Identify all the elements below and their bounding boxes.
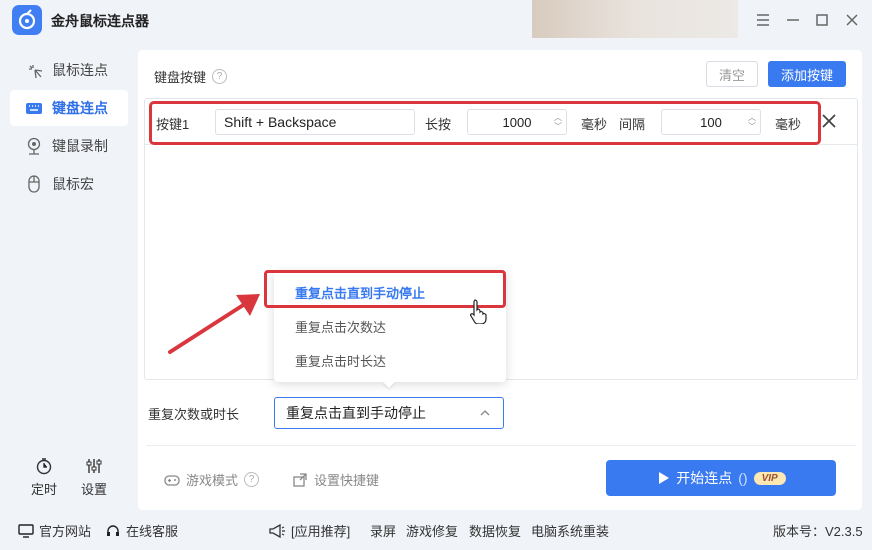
sidebar-item-macro[interactable]: 鼠标宏 (10, 166, 128, 202)
app-logo-icon (12, 5, 42, 35)
app-title: 金舟鼠标连点器 (51, 13, 149, 29)
official-site-link[interactable]: 官方网站 (18, 521, 91, 540)
maximize-icon[interactable] (812, 10, 832, 30)
hand-cursor-icon (470, 299, 487, 324)
help-icon[interactable]: ? (212, 69, 228, 84)
sidebar-item-label: 鼠标连点 (52, 62, 108, 78)
clear-button[interactable]: 清空 (706, 61, 758, 87)
timer-button[interactable]: 定时 (24, 457, 64, 498)
version-label: 版本号：V2.3.5 (773, 524, 863, 539)
sidebar-item-label: 键鼠录制 (52, 138, 108, 154)
mouse-icon (28, 175, 40, 193)
play-icon (659, 472, 670, 484)
footer: 官方网站 在线客服 [应用推荐] 录屏 游戏修复 数据恢复 电脑系统重装 版本号… (0, 510, 872, 550)
repeat-mode-select[interactable]: 重复点击直到手动停止 (274, 397, 504, 429)
shortcut-label: 设置快捷键 (314, 473, 380, 488)
online-service-label: 在线客服 (126, 524, 179, 539)
footer-link-record[interactable]: 录屏 (370, 521, 396, 540)
title-bar: 金舟鼠标连点器 (0, 0, 872, 40)
sidebar: 鼠标连点 键盘连点 键鼠录制 鼠标宏 定时 设置 (0, 40, 138, 510)
start-button[interactable]: 开始连点 () VIP (606, 460, 836, 496)
footer-link-data-recovery[interactable]: 数据恢复 (469, 521, 521, 540)
sidebar-item-record[interactable]: 键鼠录制 (10, 128, 128, 164)
keyboard-icon (26, 103, 42, 114)
megaphone-icon (269, 523, 285, 538)
close-icon[interactable] (842, 10, 862, 30)
start-label: 开始连点 (676, 470, 733, 486)
recommend-label: [应用推荐] (291, 524, 351, 539)
headset-icon (107, 524, 119, 536)
minimize-icon[interactable] (783, 10, 803, 30)
help-icon[interactable]: ? (244, 472, 260, 487)
game-mode-label: 游戏模式 (186, 473, 239, 488)
footer-link-game-repair[interactable]: 游戏修复 (406, 521, 458, 540)
timer-icon (36, 458, 52, 475)
delete-icon[interactable] (820, 112, 838, 130)
record-icon (27, 137, 41, 155)
start-hint: () (738, 470, 748, 486)
online-service-link[interactable]: 在线客服 (105, 521, 178, 540)
timer-label: 定时 (30, 482, 57, 497)
section-title-text: 键盘按键 (154, 70, 207, 85)
mouse-click-icon (29, 65, 43, 79)
ad-banner[interactable] (532, 0, 738, 38)
dropdown-option-duration[interactable]: 重复点击时长达 (274, 343, 506, 377)
sidebar-item-label: 键盘连点 (52, 100, 108, 116)
settings-button[interactable]: 设置 (74, 457, 114, 498)
monitor-icon (18, 523, 34, 538)
repeat-mode-value: 重复点击直到手动停止 (286, 405, 426, 421)
highlight-box-key-row (149, 101, 821, 145)
footer-link-system-reinstall[interactable]: 电脑系统重装 (531, 521, 609, 540)
add-key-button[interactable]: 添加按键 (768, 61, 846, 87)
section-title: 键盘按键 ? (154, 67, 228, 86)
settings-label: 设置 (80, 482, 107, 497)
official-site-label: 官方网站 (39, 524, 92, 539)
red-arrow-icon (168, 294, 260, 354)
shortcut-settings-button[interactable]: 设置快捷键 (292, 470, 379, 489)
dropdown-caret (382, 381, 396, 388)
recommend-label-group: [应用推荐] (268, 521, 350, 540)
shortcut-icon (293, 472, 307, 487)
sliders-icon (86, 459, 102, 473)
sidebar-item-label: 鼠标宏 (52, 176, 94, 192)
sidebar-item-mouse-click[interactable]: 鼠标连点 (10, 52, 128, 88)
game-mode-toggle[interactable]: 游戏模式 ? (164, 470, 260, 489)
chevron-up-icon (480, 410, 490, 416)
gamepad-icon (164, 474, 180, 486)
vip-badge: VIP (753, 471, 786, 485)
repeat-label: 重复次数或时长 (148, 407, 240, 422)
bottom-divider (146, 445, 856, 446)
sidebar-item-keyboard-click[interactable]: 键盘连点 (10, 90, 128, 126)
menu-icon[interactable] (753, 10, 773, 30)
